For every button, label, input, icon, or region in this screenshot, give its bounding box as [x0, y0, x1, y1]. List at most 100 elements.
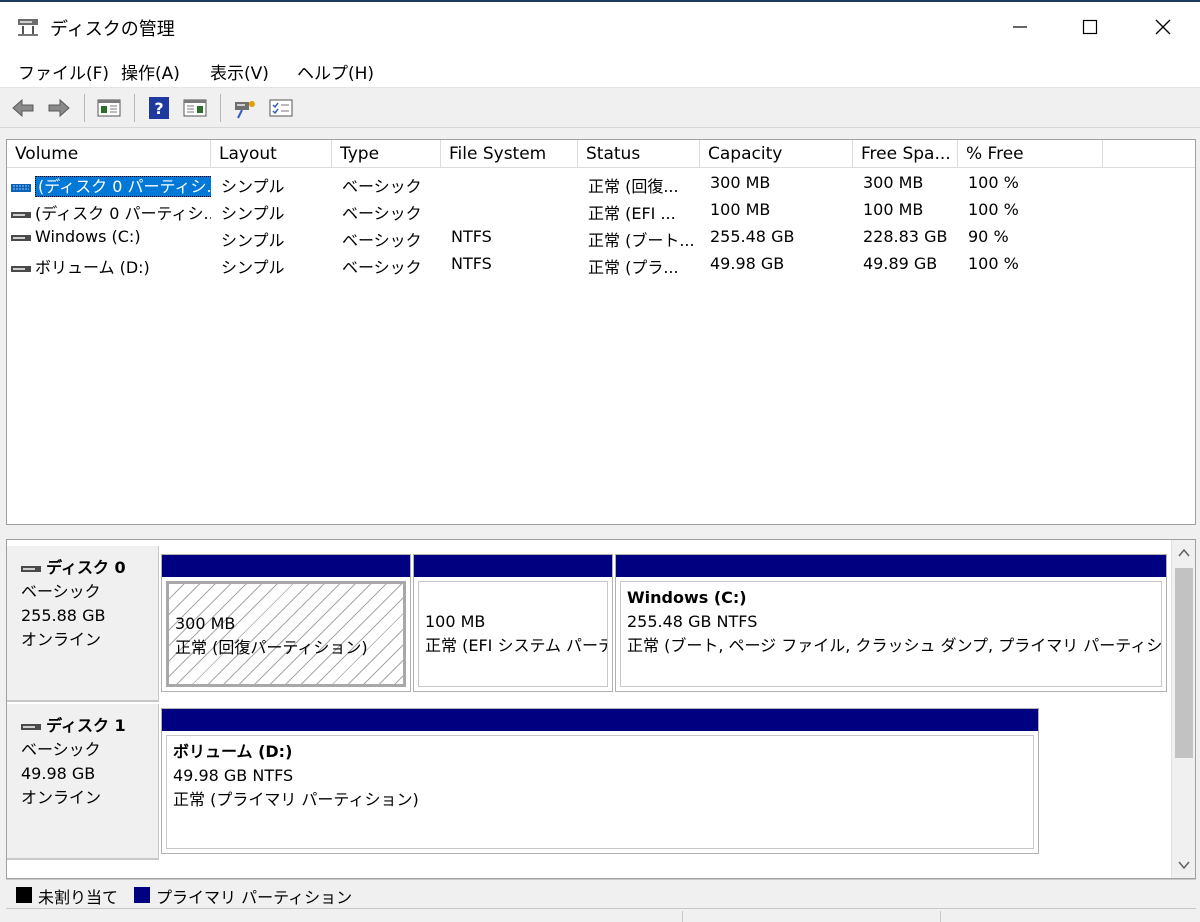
status-cell: 正常 (プラ... — [588, 258, 679, 277]
partition-windows-c[interactable]: Windows (C:) 255.48 GB NTFS 正常 (ブート, ページ… — [615, 554, 1167, 692]
column-header-status[interactable]: Status — [578, 140, 700, 168]
properties-icon[interactable] — [268, 96, 294, 120]
connect-icon[interactable] — [232, 96, 258, 120]
toolbar: ? — [0, 88, 1200, 128]
volume-list[interactable]: Volume Layout Type File System Status Ca… — [6, 139, 1196, 525]
status-cell: 正常 (ブート... — [588, 231, 695, 250]
minimize-icon — [1013, 26, 1027, 28]
menu-help[interactable]: ヘルプ(H) — [297, 59, 374, 84]
free-space-cell: 49.89 GB — [863, 254, 938, 273]
volume-icon — [11, 183, 31, 192]
forward-icon[interactable] — [46, 96, 72, 120]
legend-label-primary: プライマリ パーティション — [156, 888, 353, 907]
close-button[interactable] — [1128, 2, 1198, 52]
status-bar — [0, 909, 1200, 922]
menu-file[interactable]: ファイル(F) — [18, 59, 109, 84]
vertical-scrollbar[interactable] — [1171, 540, 1195, 878]
toolbar-separator — [134, 94, 135, 122]
title-bar: ディスクの管理 — [0, 2, 1200, 52]
disk-icon — [21, 565, 41, 572]
column-header-percent-free[interactable]: % Free — [958, 140, 1103, 168]
toolbar-separator — [84, 94, 85, 122]
table-row[interactable]: (ディスク 0 パーティシ... シンプル ベーシック 正常 (回復... 30… — [7, 170, 1195, 197]
partition-volume-d[interactable]: ボリューム (D:) 49.98 GB NTFS 正常 (プライマリ パーティシ… — [161, 708, 1039, 854]
console-tree-icon[interactable] — [96, 96, 122, 120]
scroll-down-icon[interactable] — [1177, 858, 1191, 872]
list-header: Volume Layout Type File System Status Ca… — [7, 140, 1195, 168]
column-header-free-space[interactable]: Free Spa... — [853, 140, 958, 168]
column-header-file-system[interactable]: File System — [441, 140, 578, 168]
volume-name: ボリューム (D:) — [35, 258, 150, 277]
disk-0-row: ディスク 0 ベーシック 255.88 GB オンライン 300 MB 正常 (… — [7, 546, 1171, 702]
volume-cell: ボリューム (D:) — [11, 254, 211, 278]
partition-body: ボリューム (D:) 49.98 GB NTFS 正常 (プライマリ パーティシ… — [166, 735, 1034, 849]
help-icon[interactable]: ? — [146, 96, 172, 120]
layout-cell: シンプル — [221, 231, 285, 250]
action-pane-icon[interactable] — [182, 96, 208, 120]
partition-name: Windows (C:) — [627, 588, 747, 607]
partition-status: 正常 (EFI システム パーティション) — [425, 636, 607, 655]
table-row[interactable]: Windows (C:) シンプル ベーシック NTFS 正常 (ブート... … — [7, 224, 1195, 251]
toolbar-separator — [220, 94, 221, 122]
disk-icon — [21, 723, 41, 730]
scrollbar-thumb[interactable] — [1175, 568, 1193, 758]
disk-name: ディスク 0 — [46, 558, 126, 577]
type-cell: ベーシック — [342, 258, 422, 277]
disk-type: ベーシック — [21, 582, 101, 601]
disk-type: ベーシック — [21, 740, 101, 759]
pane-splitter[interactable] — [0, 525, 1200, 539]
status-divider — [682, 911, 683, 922]
partition-body: Windows (C:) 255.48 GB NTFS 正常 (ブート, ページ… — [620, 581, 1162, 687]
volume-cell: (ディスク 0 パーティシ... — [11, 200, 211, 224]
type-cell: ベーシック — [342, 177, 422, 196]
disk-size: 49.98 GB — [21, 764, 96, 783]
partition-type-bar — [414, 555, 612, 577]
free-space-cell: 100 MB — [863, 200, 924, 219]
layout-cell: シンプル — [221, 177, 285, 196]
file-system-cell: NTFS — [451, 254, 492, 273]
partition-recovery[interactable]: 300 MB 正常 (回復パーティション) — [161, 554, 411, 692]
window-title: ディスクの管理 — [50, 19, 175, 40]
free-space-cell: 300 MB — [863, 173, 924, 192]
capacity-cell: 300 MB — [710, 173, 771, 192]
free-space-cell: 228.83 GB — [863, 227, 948, 246]
disk-0-info[interactable]: ディスク 0 ベーシック 255.88 GB オンライン — [7, 546, 159, 702]
layout-cell: シンプル — [221, 258, 285, 277]
partition-type-bar — [162, 555, 410, 577]
volume-name: (ディスク 0 パーティシ... — [35, 176, 211, 197]
volume-icon — [11, 211, 31, 218]
column-header-layout[interactable]: Layout — [211, 140, 332, 168]
partition-status: 正常 (回復パーティション) — [175, 638, 368, 657]
disk-size: 255.88 GB — [21, 606, 106, 625]
table-row[interactable]: ボリューム (D:) シンプル ベーシック NTFS 正常 (プラ... 49.… — [7, 251, 1195, 278]
table-row[interactable]: (ディスク 0 パーティシ... シンプル ベーシック 正常 (EFI ... … — [7, 197, 1195, 224]
percent-free-cell: 100 % — [968, 200, 1019, 219]
legend-swatch-primary — [134, 887, 150, 903]
layout-cell: シンプル — [221, 204, 285, 223]
menu-view[interactable]: 表示(V) — [210, 59, 269, 84]
column-header-volume[interactable]: Volume — [7, 140, 211, 168]
volume-cell: Windows (C:) — [11, 227, 211, 246]
partition-body: 100 MB 正常 (EFI システム パーティション) — [418, 581, 608, 687]
type-cell: ベーシック — [342, 204, 422, 223]
maximize-button[interactable] — [1055, 2, 1125, 52]
volume-name: (ディスク 0 パーティシ... — [35, 204, 211, 223]
menu-action[interactable]: 操作(A) — [121, 59, 180, 84]
minimize-button[interactable] — [985, 2, 1055, 52]
back-icon[interactable] — [10, 96, 36, 120]
scroll-up-icon[interactable] — [1177, 546, 1191, 560]
status-divider — [940, 911, 941, 922]
file-system-cell: NTFS — [451, 227, 492, 246]
partition-status: 正常 (プライマリ パーティション) — [173, 790, 419, 809]
column-header-type[interactable]: Type — [332, 140, 441, 168]
partition-efi[interactable]: 100 MB 正常 (EFI システム パーティション) — [413, 554, 613, 692]
partition-size: 49.98 GB NTFS — [173, 766, 294, 785]
volume-cell: (ディスク 0 パーティシ... — [11, 173, 211, 197]
volume-name: Windows (C:) — [35, 227, 141, 246]
capacity-cell: 100 MB — [710, 200, 771, 219]
legend: 未割り当て プライマリ パーティション — [6, 879, 1196, 909]
disk-state: オンライン — [21, 630, 102, 649]
column-header-capacity[interactable]: Capacity — [700, 140, 853, 168]
partition-type-bar — [162, 709, 1038, 731]
disk-1-info[interactable]: ディスク 1 ベーシック 49.98 GB オンライン — [7, 704, 159, 860]
